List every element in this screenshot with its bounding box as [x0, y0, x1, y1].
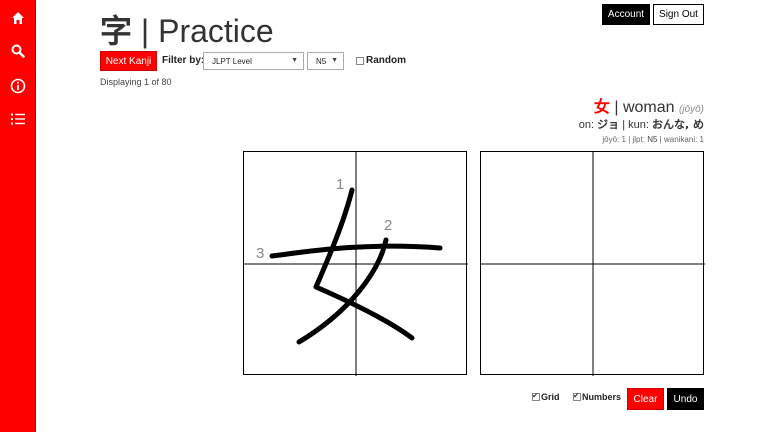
stats-jlpt-value: N5 [647, 135, 658, 144]
grid-checkbox[interactable] [532, 391, 540, 401]
on-label: on: [578, 119, 595, 131]
on-reading: ジョ [597, 118, 620, 131]
next-kanji-button[interactable]: Next Kanji [100, 51, 157, 71]
kanji-character: 女 [593, 97, 610, 116]
chevron-down-icon: ▼ [291, 57, 298, 64]
info-icon[interactable] [8, 76, 28, 96]
kanji-heading: 女 | woman (jōyō) [593, 97, 704, 116]
kanji-note: (jōyō) [678, 104, 704, 115]
page-title: 字 | Practice [100, 6, 274, 52]
practice-canvas[interactable] [480, 151, 705, 376]
kun-label: kun: [628, 119, 649, 131]
sign-out-button[interactable]: Sign Out [653, 4, 704, 25]
random-label: Random [366, 55, 406, 66]
random-checkbox[interactable] [356, 57, 364, 65]
kun-reading: おんな, め [651, 118, 704, 131]
title-kanji: 字 [100, 12, 133, 50]
chevron-down-icon: ▼ [331, 57, 338, 64]
title-text: Practice [158, 13, 274, 49]
stroke-number: 3 [256, 245, 264, 262]
displaying-count: Displaying 1 of 80 [100, 77, 172, 87]
kanji-stroke-diagram: 1 2 3 [244, 152, 468, 376]
sidebar [0, 0, 36, 432]
level-select[interactable]: N5 ▼ [307, 52, 344, 70]
account-button[interactable]: Account [602, 4, 650, 25]
undo-button[interactable]: Undo [667, 388, 704, 410]
title-separator: | [132, 13, 159, 49]
grid-label: Grid [541, 392, 560, 402]
home-icon[interactable] [8, 8, 28, 28]
filter-select-value: JLPT Level [212, 56, 252, 66]
level-select-value: N5 [316, 56, 327, 66]
practice-grid [481, 152, 705, 376]
list-icon[interactable] [8, 109, 28, 129]
reference-kanji-panel: 1 2 3 [243, 151, 468, 376]
stats-jouyou: jōyō: 1 [602, 135, 626, 144]
numbers-checkbox[interactable] [573, 391, 581, 401]
stats-wanikani: wanikani: 1 [663, 135, 704, 144]
search-icon[interactable] [8, 41, 28, 61]
numbers-label: Numbers [582, 392, 622, 402]
kanji-meaning: woman [622, 99, 675, 116]
filter-label: Filter by: [162, 55, 205, 66]
kanji-readings: on: ジョ | kun: おんな, め [578, 118, 704, 131]
clear-button[interactable]: Clear [627, 388, 664, 410]
stats-jlpt-label: jlpt: [632, 135, 645, 144]
stroke-2 [296, 237, 389, 345]
stroke-number: 2 [384, 217, 392, 234]
filter-select[interactable]: JLPT Level ▼ [203, 52, 304, 70]
stroke-number: 1 [336, 176, 344, 193]
kanji-stats: jōyō: 1 | jlpt: N5 | wanikani: 1 [602, 135, 704, 144]
